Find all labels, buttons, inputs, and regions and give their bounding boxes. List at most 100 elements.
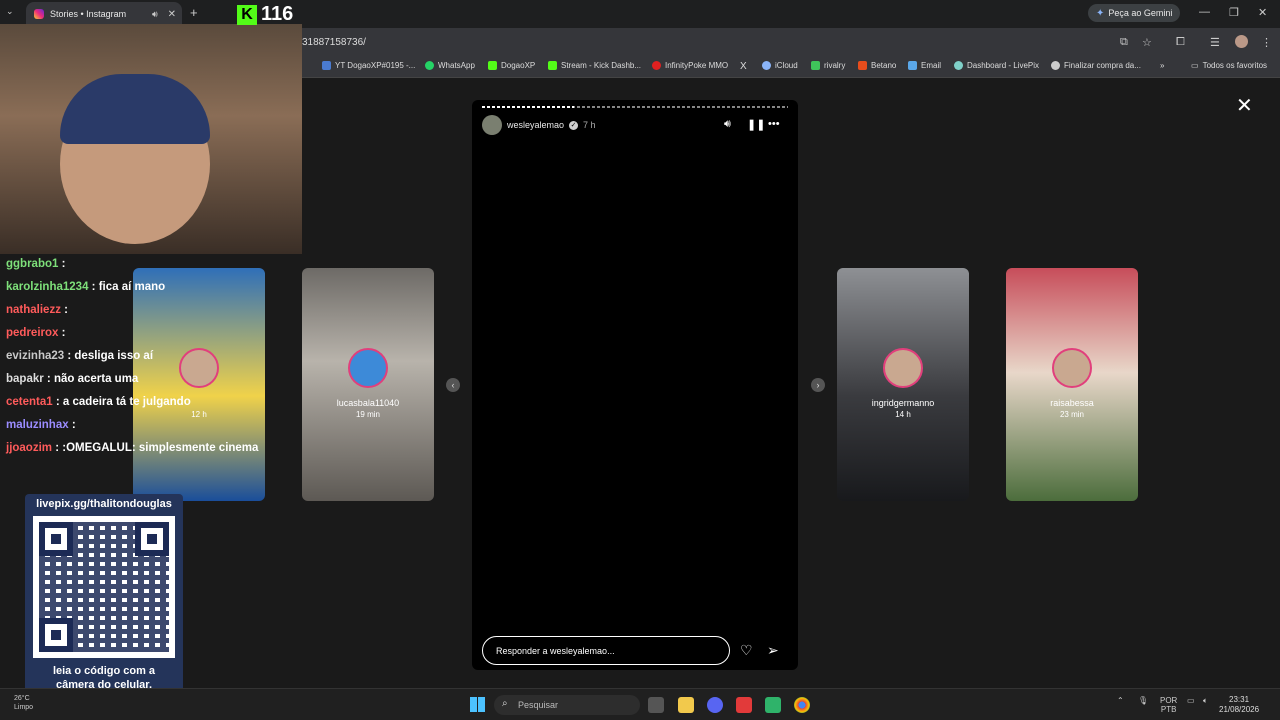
bookmark-star-icon[interactable]: ☆ <box>1142 36 1152 49</box>
chat-message: jjoaozim : :OMEGALUL: simplesmente cinem… <box>6 442 296 465</box>
story-card[interactable]: ingridgermanno 14 h <box>837 268 969 501</box>
chat-message: cetenta1 : a cadeira tá te julgando <box>6 396 296 419</box>
tab-stories-instagram[interactable]: Stories • Instagram 🔊︎ ✕ <box>26 2 182 26</box>
bookmark-label: Betano <box>871 61 897 70</box>
volume-icon[interactable]: 🔊︎ <box>724 118 731 131</box>
bookmark-label: Dashboard - LivePix <box>967 61 1040 70</box>
network-icon[interactable]: ▭ <box>1187 696 1195 705</box>
tab-close-icon[interactable]: ✕ <box>168 9 176 20</box>
chat-text: não acerta uma <box>53 373 139 385</box>
reply-input[interactable]: Responder a wesleyalemao... <box>482 636 730 665</box>
close-window-icon[interactable]: ✕ <box>1258 6 1267 19</box>
menu-icon[interactable]: ⋮ <box>1261 36 1272 49</box>
previous-story-button[interactable]: ‹ <box>446 378 460 392</box>
chat-username[interactable]: evizinha23 <box>6 350 64 362</box>
tray-overflow-icon[interactable]: ⌃ <box>1117 696 1124 705</box>
story-username: ingridgermanno <box>871 398 935 408</box>
x-icon: X <box>740 61 747 72</box>
bookmark-livepix[interactable]: Dashboard - LivePix <box>954 61 1039 70</box>
minimize-icon[interactable]: — <box>1199 6 1210 18</box>
weather-widget[interactable]: 26°C Limpo <box>14 694 33 712</box>
gemini-icon: ✦ <box>1096 7 1105 19</box>
email-icon <box>908 61 917 70</box>
close-stories-icon[interactable]: ✕ <box>1236 93 1253 118</box>
bookmark-email[interactable]: Email <box>908 61 941 70</box>
gemini-button[interactable]: ✦ Peça ao Gemini <box>1088 4 1181 22</box>
qr-finder <box>39 618 73 652</box>
kick-logo-icon: K <box>237 4 257 25</box>
story-avatar <box>883 348 923 388</box>
story-player[interactable]: wesleyalemao ✓ 7 h 🔊︎ ❚❚ ••• Responder a… <box>472 100 798 670</box>
chat-message: pedreirox : <box>6 327 296 350</box>
story-author-name[interactable]: wesleyalemao <box>507 120 564 130</box>
bookmark-infinitypoke[interactable]: InfinityPoke MMO <box>652 61 728 70</box>
more-bookmarks-button[interactable]: » <box>1160 61 1164 70</box>
system-clock[interactable]: 23:31 21/08/2026 <box>1219 695 1259 715</box>
streamlabs-icon[interactable] <box>736 697 752 713</box>
tab-title: Stories • Instagram <box>50 9 127 19</box>
story-card[interactable]: lucasbala11040 19 min <box>302 268 434 501</box>
chat-username[interactable]: pedreirox <box>6 327 58 339</box>
chat-username[interactable]: nathaliezz <box>6 304 61 316</box>
bookmark-finalizar-compra[interactable]: Finalizar compra da... <box>1051 61 1141 70</box>
story-header: wesleyalemao ✓ 7 h <box>482 115 596 135</box>
bookmark-label: iCloud <box>775 61 798 70</box>
bookmark-betano[interactable]: Betano <box>858 61 896 70</box>
search-placeholder: Pesquisar <box>518 700 559 710</box>
file-explorer-icon[interactable] <box>678 697 694 713</box>
chat-username[interactable]: karolzinha1234 <box>6 281 88 293</box>
bookmark-kick-dashboard[interactable]: Stream - Kick Dashb... <box>548 61 641 70</box>
chat-username[interactable]: bapakr <box>6 373 44 385</box>
chrome-icon[interactable] <box>794 697 810 713</box>
story-time: 23 min <box>1059 410 1084 419</box>
bookmark-x[interactable]: X <box>740 61 747 72</box>
reading-list-icon[interactable]: ☰ <box>1210 36 1220 49</box>
app-icon[interactable] <box>765 697 781 713</box>
viewer-count: 116 <box>261 3 294 25</box>
cast-icon[interactable]: ⧉ <box>1120 36 1128 49</box>
extensions-icon[interactable]: ⧠ <box>1176 36 1185 49</box>
chat-separator: : <box>43 373 54 385</box>
discord-icon[interactable] <box>707 697 723 713</box>
all-bookmarks-folder[interactable]: ▭ Todos os favoritos <box>1191 61 1267 70</box>
url-text[interactable]: 31887158736/ <box>302 37 366 48</box>
story-card[interactable]: raisabessa 23 min <box>1006 268 1138 501</box>
share-send-icon[interactable]: ➢ <box>767 642 779 659</box>
story-avatar <box>348 348 388 388</box>
story-author-avatar[interactable] <box>482 115 502 135</box>
chat-text: a cadeira tá te julgando <box>62 396 191 408</box>
task-view-icon[interactable] <box>648 697 664 713</box>
more-options-icon[interactable]: ••• <box>768 118 780 130</box>
profile-avatar[interactable] <box>1235 35 1248 48</box>
new-tab-button[interactable]: + <box>190 5 198 20</box>
bookmark-dogaoxp[interactable]: DogaoXP <box>488 61 535 70</box>
globe-icon <box>1051 61 1060 70</box>
microphone-icon[interactable]: 🎙︎ <box>1138 696 1148 705</box>
windows-start-icon[interactable] <box>470 697 485 712</box>
chat-message: nathaliezz : <box>6 304 296 327</box>
bookmark-rivalry[interactable]: rivalry <box>811 61 845 70</box>
taskbar-search[interactable]: ⌕ Pesquisar <box>494 695 640 715</box>
restore-icon[interactable]: ❐ <box>1229 6 1239 19</box>
tab-search-icon[interactable]: ⌄ <box>6 6 14 17</box>
chat-username[interactable]: maluzinhax <box>6 419 69 431</box>
language-indicator[interactable]: POR PTB <box>1160 696 1177 714</box>
volume-tray-icon[interactable]: 🔈︎ <box>1203 696 1208 705</box>
chat-message: karolzinha1234 : fica aí mano <box>6 281 296 304</box>
bookmark-yt[interactable]: YT DogaoXP#0195 -... <box>322 61 415 70</box>
pause-icon[interactable]: ❚❚ <box>747 118 765 131</box>
windows-taskbar: 26°C Limpo ⌕ Pesquisar ⌃ 🎙︎ POR PTB ▭ 🔈︎… <box>0 688 1280 720</box>
weather-desc: Limpo <box>14 704 34 711</box>
lang-code: POR <box>1160 696 1178 705</box>
like-heart-icon[interactable]: ♡ <box>740 642 753 659</box>
story-progress-bar <box>482 106 788 108</box>
chat-username[interactable]: cetenta1 <box>6 396 53 408</box>
tab-audio-icon[interactable]: 🔊︎ <box>152 9 158 20</box>
bookmark-whatsapp[interactable]: WhatsApp <box>425 61 475 70</box>
chat-username[interactable]: jjoaozim <box>6 442 52 454</box>
webcam-overlay <box>0 24 302 254</box>
kick-icon <box>488 61 497 70</box>
chat-username[interactable]: ggbrabo1 <box>6 258 58 270</box>
next-story-button[interactable]: › <box>811 378 825 392</box>
bookmark-icloud[interactable]: iCloud <box>762 61 798 70</box>
